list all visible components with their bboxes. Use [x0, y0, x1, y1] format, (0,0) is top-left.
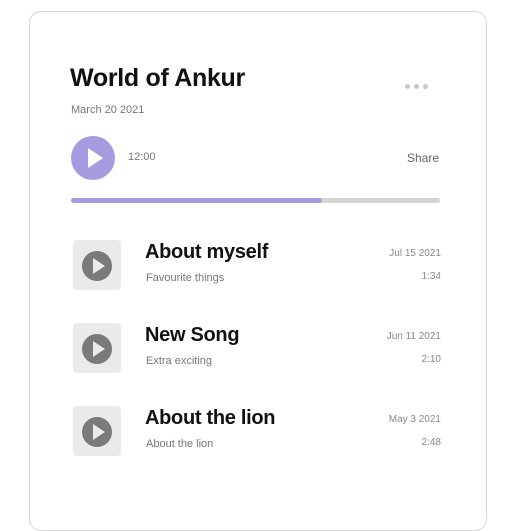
list-item[interactable]: About myself Favourite things Jul 15 202… — [71, 238, 441, 294]
main-play-button[interactable] — [71, 136, 115, 180]
track-play-button[interactable] — [73, 323, 121, 373]
page-title: World of Ankur — [70, 64, 245, 92]
track-play-button[interactable] — [73, 406, 121, 456]
progress-bar[interactable] — [71, 198, 440, 203]
track-duration: 2:10 — [421, 354, 441, 365]
track-date: Jun 11 2021 — [386, 331, 441, 342]
track-duration: 2:48 — [421, 437, 441, 448]
track-duration: 1:34 — [421, 271, 441, 282]
progress-fill — [71, 198, 322, 203]
publish-date: March 20 2021 — [71, 104, 145, 116]
track-title[interactable]: New Song — [145, 324, 240, 347]
track-date: May 3 2021 — [388, 414, 441, 425]
track-date: Jul 15 2021 — [389, 248, 441, 259]
more-horizontal-icon — [414, 84, 419, 89]
play-circle-icon — [82, 417, 112, 447]
more-horizontal-icon — [405, 84, 410, 89]
more-horizontal-icon — [423, 84, 428, 89]
current-time: 12:00 — [128, 151, 156, 163]
play-circle-icon — [82, 334, 112, 364]
track-subtitle: Favourite things — [146, 272, 225, 284]
share-button[interactable]: Share — [407, 151, 439, 165]
track-title[interactable]: About the lion — [145, 407, 276, 430]
list-item[interactable]: New Song Extra exciting Jun 11 2021 2:10 — [71, 321, 441, 377]
track-subtitle: About the lion — [146, 438, 214, 450]
play-circle-icon — [82, 251, 112, 281]
more-options-button[interactable] — [405, 84, 428, 89]
track-play-button[interactable] — [73, 240, 121, 290]
track-title[interactable]: About myself — [145, 241, 268, 264]
play-icon — [88, 148, 103, 168]
list-item[interactable]: About the lion About the lion May 3 2021… — [71, 404, 441, 460]
track-subtitle: Extra exciting — [146, 355, 213, 367]
